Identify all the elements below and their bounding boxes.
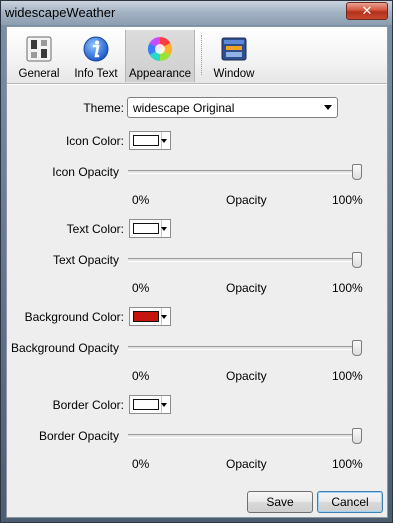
opacity-min-label: 0% xyxy=(132,369,150,383)
background-opacity-slider[interactable] xyxy=(128,340,362,358)
close-button[interactable]: ✕ xyxy=(346,2,388,20)
text-color-label: Text Color: xyxy=(66,222,124,236)
preferences-content: General Info Text Appearance Window Them… xyxy=(6,26,388,518)
opacity-min-label: 0% xyxy=(132,457,150,471)
tab-info-text[interactable]: Info Text xyxy=(68,30,124,82)
border-opacity-slider[interactable] xyxy=(128,428,362,446)
opacity-max-label: 100% xyxy=(332,457,363,471)
slider-thumb[interactable] xyxy=(352,428,362,444)
save-button[interactable]: Save xyxy=(247,491,313,513)
title-bar[interactable]: widescapeWeather ✕ xyxy=(1,1,392,25)
chevron-down-icon xyxy=(161,227,167,231)
chevron-down-icon xyxy=(161,403,167,407)
theme-select-value: widescape Original xyxy=(133,101,235,115)
info-icon xyxy=(83,36,109,62)
icon-opacity-slider[interactable] xyxy=(128,164,362,182)
color-wheel-icon xyxy=(147,36,173,61)
window-icon xyxy=(221,37,247,61)
opacity-mid-label: Opacity xyxy=(226,457,267,471)
opacity-max-label: 100% xyxy=(332,369,363,383)
slider-thumb[interactable] xyxy=(352,252,362,268)
opacity-mid-label: Opacity xyxy=(226,369,267,383)
icon-color-picker[interactable] xyxy=(129,131,171,150)
slider-track xyxy=(128,170,362,174)
toolbar-separator xyxy=(201,35,202,75)
opacity-min-label: 0% xyxy=(132,193,150,207)
slider-track xyxy=(128,258,362,262)
opacity-min-label: 0% xyxy=(132,281,150,295)
background-color-swatch xyxy=(133,311,159,322)
dialog-footer: Save Cancel xyxy=(7,488,387,517)
tab-window-label: Window xyxy=(213,68,255,80)
icon-color-swatch xyxy=(133,135,159,146)
slider-track xyxy=(128,346,362,350)
border-color-picker[interactable] xyxy=(129,395,171,414)
text-opacity-slider[interactable] xyxy=(128,252,362,270)
opacity-mid-label: Opacity xyxy=(226,281,267,295)
app-window: widescapeWeather ✕ General Info Text App… xyxy=(0,0,393,523)
tab-window[interactable]: Window xyxy=(209,30,259,82)
icon-color-label: Icon Color: xyxy=(65,134,124,148)
background-color-picker[interactable] xyxy=(129,307,171,326)
chevron-down-icon xyxy=(161,139,167,143)
opacity-mid-label: Opacity xyxy=(226,193,267,207)
tab-general[interactable]: General xyxy=(13,30,65,82)
theme-label: Theme: xyxy=(83,101,124,115)
slider-track xyxy=(128,434,362,438)
background-opacity-label: Background Opacity xyxy=(10,341,119,355)
text-opacity-label: Text Opacity xyxy=(52,253,119,267)
border-color-label: Border Color: xyxy=(52,398,124,412)
tab-appearance-label: Appearance xyxy=(128,68,192,80)
appearance-panel: Theme: widescape Original Icon Color: Ic… xyxy=(7,85,387,488)
slider-thumb[interactable] xyxy=(352,164,362,180)
chevron-down-icon xyxy=(161,315,167,319)
border-opacity-label: Border Opacity xyxy=(38,429,119,443)
tab-general-label: General xyxy=(18,68,60,80)
theme-select[interactable]: widescape Original xyxy=(127,97,338,118)
opacity-max-label: 100% xyxy=(332,281,363,295)
background-color-label: Background Color: xyxy=(24,310,124,324)
close-icon: ✕ xyxy=(361,3,373,19)
icon-opacity-label: Icon Opacity xyxy=(52,165,119,179)
slider-thumb[interactable] xyxy=(352,340,362,356)
opacity-max-label: 100% xyxy=(332,193,363,207)
border-color-swatch xyxy=(133,399,159,410)
text-color-picker[interactable] xyxy=(129,219,171,238)
preferences-toolbar: General Info Text Appearance Window xyxy=(7,27,387,84)
switches-icon xyxy=(26,36,52,62)
text-color-swatch xyxy=(133,223,159,234)
window-title: widescapeWeather xyxy=(5,5,116,20)
tab-appearance[interactable]: Appearance xyxy=(125,30,195,82)
chevron-down-icon xyxy=(324,105,332,110)
tab-info-text-label: Info Text xyxy=(74,68,118,80)
cancel-button[interactable]: Cancel xyxy=(317,491,383,513)
